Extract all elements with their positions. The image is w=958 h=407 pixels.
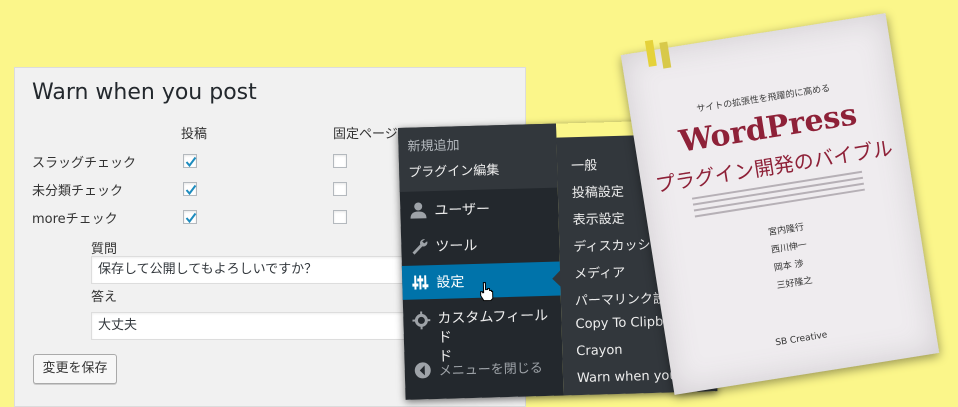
- wrench-icon: [412, 239, 428, 255]
- slug-check-post-checkbox[interactable]: [183, 154, 197, 168]
- collapse-menu-label: メニューを閉じる: [438, 361, 543, 379]
- menu-item-custom-fields[interactable]: カスタムフィールドド: [403, 300, 562, 365]
- submenu-item-reading[interactable]: 表示設定: [572, 208, 624, 228]
- menu-item-tools-label: ツール: [435, 237, 478, 256]
- uncategorized-check-post-checkbox[interactable]: [183, 182, 197, 196]
- submenu-item-general[interactable]: 一般: [571, 154, 597, 174]
- settings-sliders-icon: [412, 275, 429, 290]
- hand-cursor-icon: [480, 282, 494, 302]
- question-label: 質問: [91, 242, 118, 257]
- save-changes-button[interactable]: 変更を保存: [33, 354, 117, 384]
- sticky-tab: [644, 39, 657, 67]
- admin-menu-sidebar: 新規追加 プラグイン編集 ユーザー ツール 設定 カスタムフィールド ド メニュ…: [398, 123, 564, 400]
- more-check-post-checkbox[interactable]: [183, 210, 197, 224]
- user-icon: [410, 202, 427, 219]
- submenu-item-crayon[interactable]: Crayon: [576, 343, 623, 359]
- submenu-item-writing[interactable]: 投稿設定: [572, 181, 624, 201]
- menu-item-settings[interactable]: 設定: [401, 261, 562, 302]
- book-authors: 宮内隆行 西川伸一 岡本 渉 三好隆之: [767, 219, 814, 296]
- sticky-tab: [659, 41, 672, 69]
- plugins-submenu: 新規追加 プラグイン編集: [398, 123, 558, 192]
- menu-item-tools[interactable]: ツール: [401, 226, 560, 264]
- collapse-arrow-icon: [414, 362, 431, 379]
- checkmark-icon: [185, 184, 197, 196]
- row-label-uncategorized-check: 未分類チェック: [32, 184, 124, 199]
- more-check-page-checkbox[interactable]: [333, 210, 347, 224]
- row-label-slug-check: スラッグチェック: [32, 156, 137, 171]
- column-header-page: 固定ページ: [333, 127, 398, 142]
- row-label-more-check: moreチェック: [32, 212, 118, 227]
- page-title: Warn when you post: [32, 80, 257, 105]
- gear-icon: [412, 311, 431, 330]
- menu-item-users-label: ユーザー: [434, 201, 491, 220]
- slug-check-page-checkbox[interactable]: [333, 154, 347, 168]
- submenu-item-media[interactable]: メディア: [574, 262, 625, 282]
- menu-item-users[interactable]: ユーザー: [400, 190, 559, 228]
- book-publisher: SB Creative: [774, 330, 829, 349]
- answer-label: 答え: [91, 290, 118, 305]
- column-header-post: 投稿: [181, 127, 208, 142]
- uncategorized-check-page-checkbox[interactable]: [333, 182, 347, 196]
- checkmark-icon: [185, 156, 197, 168]
- checkmark-icon: [185, 212, 197, 224]
- collapse-menu-button[interactable]: メニューを閉じる: [404, 350, 563, 388]
- menu-item-settings-label: 設定: [436, 274, 465, 291]
- submenu-item-plugin-editor[interactable]: プラグイン編集: [408, 159, 499, 181]
- book-cover-photo: サイトの拡張性を飛躍的に高める WordPress プラグイン開発のバイブル 宮…: [620, 13, 940, 395]
- custom-fields-line1: カスタムフィールド: [437, 307, 549, 346]
- submenu-item-add-new[interactable]: 新規追加: [407, 134, 459, 154]
